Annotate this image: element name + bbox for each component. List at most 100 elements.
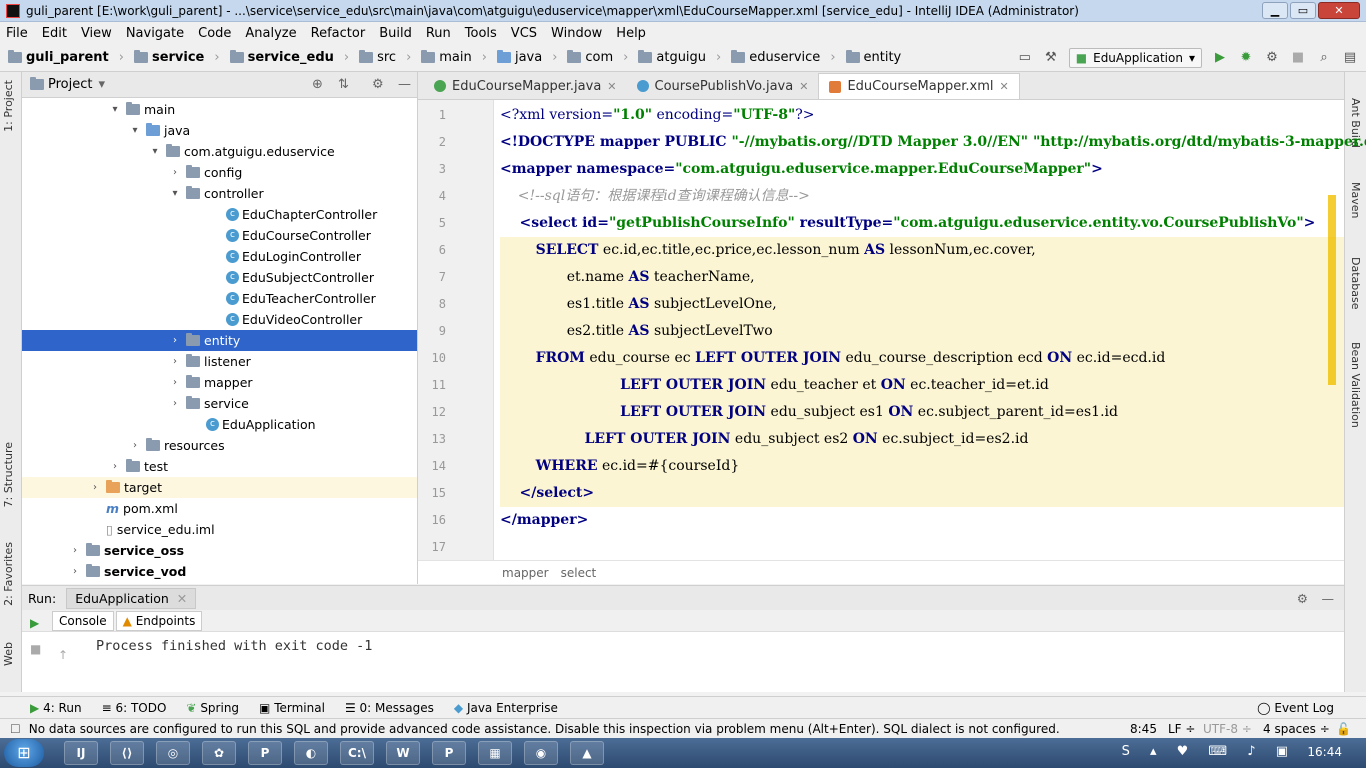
tool-run[interactable]: ▶ 4: Run <box>30 701 82 715</box>
chevron-down-icon[interactable]: ▾ <box>108 104 122 115</box>
tree-item[interactable]: ▾ controller <box>22 183 417 204</box>
chevron-right-icon[interactable]: › <box>168 377 182 388</box>
taskbar-clock[interactable]: 16:44 <box>1307 745 1342 759</box>
taskbar-app-icon[interactable]: P <box>248 741 282 765</box>
run-icon[interactable]: ▶ <box>1212 50 1228 66</box>
taskbar-app-icon[interactable]: ◉ <box>524 741 558 765</box>
taskbar-explorer-icon[interactable]: ▦ <box>478 741 512 765</box>
tree-item[interactable]: › listener <box>22 351 417 372</box>
favorites-tool-tab[interactable]: 2: Favorites <box>2 542 15 606</box>
frame-icon[interactable]: ▭ <box>1017 50 1033 66</box>
tool-event-log[interactable]: ◯ Event Log <box>1257 701 1334 715</box>
menu-vcs[interactable]: VCS <box>511 26 537 41</box>
crumb-atguigu[interactable]: atguigu <box>638 50 706 65</box>
tab-educoursemapper-java[interactable]: EduCourseMapper.java ✕ <box>424 73 627 99</box>
code-area[interactable]: <?xml version="1.0" encoding="UTF-8"?> <… <box>494 100 1366 560</box>
chevron-right-icon[interactable]: › <box>68 545 82 556</box>
editor-crumb-select[interactable]: select <box>561 566 597 580</box>
locate-icon[interactable]: ⊕ <box>312 77 323 92</box>
crumb-guli-parent[interactable]: guli_parent <box>8 50 109 65</box>
menu-refactor[interactable]: Refactor <box>311 26 366 41</box>
chevron-right-icon[interactable]: › <box>168 356 182 367</box>
tree-item[interactable]: › config <box>22 162 417 183</box>
maven-tool-tab[interactable]: Maven <box>1349 182 1362 218</box>
menu-tools[interactable]: Tools <box>465 26 497 41</box>
chevron-right-icon[interactable]: › <box>128 440 142 451</box>
editor-crumb-mapper[interactable]: mapper <box>502 566 549 580</box>
menu-help[interactable]: Help <box>616 26 646 41</box>
menu-run[interactable]: Run <box>426 26 451 41</box>
tree-item[interactable]: › service <box>22 393 417 414</box>
taskbar-intellij-icon[interactable]: IJ <box>64 741 98 765</box>
menu-file[interactable]: File <box>6 26 28 41</box>
crumb-main[interactable]: main <box>421 50 472 65</box>
taskbar-word-icon[interactable]: W <box>386 741 420 765</box>
tree-item[interactable]: c EduChapterController <box>22 204 417 225</box>
scroll-marker[interactable] <box>1328 195 1336 385</box>
rerun-icon[interactable]: ▶ <box>30 616 39 630</box>
chevron-down-icon[interactable]: ▾ <box>128 125 142 136</box>
crumb-entity[interactable]: entity <box>845 50 901 65</box>
tree-item[interactable]: › resources <box>22 435 417 456</box>
taskbar-app-icon[interactable]: ▲ <box>570 741 604 765</box>
tool-todo[interactable]: ≡ 6: TODO <box>102 701 167 715</box>
tree-item[interactable]: c EduTeacherController <box>22 288 417 309</box>
chevron-right-icon[interactable]: › <box>168 335 182 346</box>
menu-navigate[interactable]: Navigate <box>126 26 184 41</box>
chevron-right-icon[interactable]: › <box>68 566 82 577</box>
menu-analyze[interactable]: Analyze <box>245 26 296 41</box>
taskbar-app-icon[interactable]: ✿ <box>202 741 236 765</box>
tree-item[interactable]: › service_vod <box>22 561 417 582</box>
tree-item[interactable]: ▾ com.atguigu.eduservice <box>22 141 417 162</box>
tree-item[interactable]: ▾ java <box>22 120 417 141</box>
gear-icon[interactable]: ⚙ <box>1297 591 1308 606</box>
search-icon[interactable]: ⌕ <box>1316 50 1332 66</box>
file-encoding[interactable]: UTF-8 ÷ <box>1203 722 1252 736</box>
crumb-src[interactable]: src <box>359 50 396 65</box>
bean-validation-tool-tab[interactable]: Bean Validation <box>1349 342 1362 428</box>
project-view-dropdown[interactable]: Project <box>48 77 92 92</box>
chevron-down-icon[interactable]: ▾ <box>148 146 162 157</box>
crumb-com[interactable]: com <box>567 50 613 65</box>
taskbar-app-icon[interactable]: ◎ <box>156 741 190 765</box>
close-button[interactable]: ✕ <box>1318 2 1360 19</box>
lock-icon[interactable]: 🔓 <box>1336 722 1351 736</box>
menu-edit[interactable]: Edit <box>42 26 67 41</box>
database-tool-tab[interactable]: Database <box>1349 257 1362 310</box>
tab-console[interactable]: Console <box>52 610 114 631</box>
collapse-icon[interactable]: ⇅ <box>338 77 349 92</box>
menu-code[interactable]: Code <box>198 26 231 41</box>
taskbar-cmd-icon[interactable]: C:\ <box>340 741 374 765</box>
tree-item[interactable]: › target <box>22 477 417 498</box>
structure-tool-tab[interactable]: 7: Structure <box>2 442 15 507</box>
coverage-icon[interactable]: ⚙ <box>1264 50 1280 66</box>
chevron-down-icon[interactable]: ▾ <box>168 188 182 199</box>
close-tab-icon[interactable]: ✕ <box>607 80 616 93</box>
menu-view[interactable]: View <box>81 26 112 41</box>
tab-educoursemapper-xml[interactable]: EduCourseMapper.xml ✕ <box>818 73 1020 99</box>
tree-item[interactable]: › mapper <box>22 372 417 393</box>
chevron-right-icon[interactable]: › <box>108 461 122 472</box>
layout-icon[interactable]: ▤ <box>1342 50 1358 66</box>
caret-position[interactable]: 8:45 <box>1130 722 1157 736</box>
tree-item[interactable]: c EduSubjectController <box>22 267 417 288</box>
menu-build[interactable]: Build <box>379 26 412 41</box>
taskbar-vscode-icon[interactable]: ⟨⟩ <box>110 741 144 765</box>
tree-item[interactable]: c EduVideoController <box>22 309 417 330</box>
chevron-right-icon[interactable]: › <box>88 482 102 493</box>
tree-item[interactable]: › entity <box>22 330 417 351</box>
tree-item[interactable]: c EduApplication <box>22 414 417 435</box>
tree-item[interactable]: c EduLoginController <box>22 246 417 267</box>
close-tab-icon[interactable]: ✕ <box>177 591 187 606</box>
tree-item[interactable]: c EduCourseController <box>22 225 417 246</box>
tool-java-enterprise[interactable]: ◆ Java Enterprise <box>454 701 558 715</box>
start-button[interactable]: ⊞ <box>4 739 44 767</box>
build-hammer-icon[interactable]: ⚒ <box>1043 50 1059 66</box>
minimize-button[interactable]: ▁ <box>1262 2 1288 19</box>
line-separator[interactable]: LF ÷ <box>1168 722 1195 736</box>
crumb-eduservice[interactable]: eduservice <box>731 50 820 65</box>
crumb-java[interactable]: java <box>496 50 542 65</box>
taskbar-app-icon[interactable]: ◐ <box>294 741 328 765</box>
close-tab-icon[interactable]: ✕ <box>999 80 1008 93</box>
indent-setting[interactable]: 4 spaces ÷ <box>1263 722 1330 736</box>
